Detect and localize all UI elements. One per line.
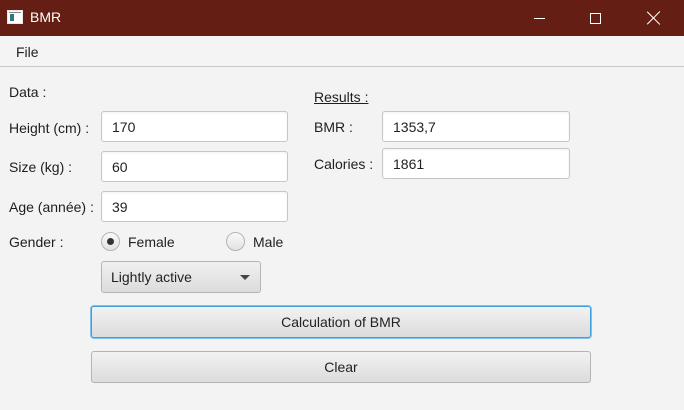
maximize-icon bbox=[589, 12, 601, 24]
activity-level-select[interactable]: Lightly active bbox=[101, 261, 261, 293]
clear-button[interactable]: Clear bbox=[91, 351, 591, 383]
calculate-bmr-button[interactable]: Calculation of BMR bbox=[91, 306, 591, 338]
maximize-button[interactable] bbox=[572, 0, 618, 36]
size-input[interactable] bbox=[101, 151, 288, 182]
height-label: Height (cm) : bbox=[9, 120, 90, 136]
male-radio[interactable]: Male bbox=[226, 232, 283, 251]
male-radio-label: Male bbox=[253, 233, 284, 250]
title-bar: BMR bbox=[0, 0, 684, 36]
size-label: Size (kg) : bbox=[9, 159, 73, 175]
calories-output[interactable] bbox=[382, 148, 570, 179]
age-input[interactable] bbox=[101, 191, 288, 222]
female-radio[interactable]: Female bbox=[101, 232, 175, 251]
close-button[interactable] bbox=[631, 0, 677, 36]
data-heading: Data : bbox=[9, 84, 47, 100]
chevron-down-icon bbox=[240, 275, 250, 280]
menu-bar: File bbox=[0, 36, 684, 67]
female-radio-label: Female bbox=[128, 233, 175, 250]
height-input[interactable] bbox=[101, 111, 288, 142]
male-radio-indicator[interactable] bbox=[226, 232, 245, 251]
menu-file[interactable]: File bbox=[16, 44, 39, 60]
gender-label: Gender : bbox=[9, 234, 64, 250]
calories-label: Calories : bbox=[314, 156, 374, 172]
bmr-label: BMR : bbox=[314, 119, 353, 135]
window-title: BMR bbox=[30, 9, 62, 25]
close-icon bbox=[647, 11, 661, 25]
bmr-output[interactable] bbox=[382, 111, 570, 142]
minimize-icon bbox=[533, 17, 545, 19]
results-heading: Results : bbox=[314, 89, 369, 105]
minimize-button[interactable] bbox=[516, 0, 562, 36]
female-radio-indicator[interactable] bbox=[101, 232, 120, 251]
activity-level-value: Lightly active bbox=[111, 269, 192, 285]
age-label: Age (année) : bbox=[9, 199, 94, 215]
app-icon bbox=[7, 10, 23, 24]
